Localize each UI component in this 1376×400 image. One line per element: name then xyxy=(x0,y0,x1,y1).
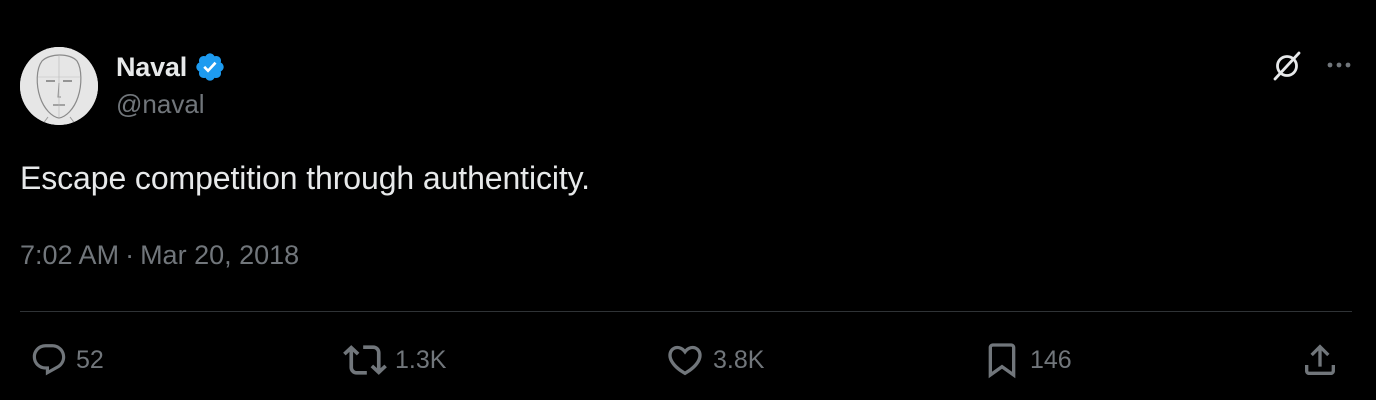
retweet-button[interactable]: 1.3K xyxy=(343,338,446,382)
bookmark-icon xyxy=(988,343,1016,379)
name-row: Naval xyxy=(116,50,226,84)
tweet-time: 7:02 AM xyxy=(20,240,120,270)
more-icon[interactable] xyxy=(1324,50,1354,85)
like-count: 3.8K xyxy=(713,345,765,374)
like-button[interactable]: 3.8K xyxy=(665,338,764,382)
grok-icon[interactable] xyxy=(1270,48,1304,87)
author-display-name[interactable]: Naval xyxy=(116,52,187,83)
reply-icon xyxy=(32,344,66,376)
avatar-sketch-icon xyxy=(20,47,98,125)
avatar[interactable] xyxy=(20,47,98,125)
divider xyxy=(20,311,1352,312)
tweet-timestamp[interactable]: 7:02 AM · Mar 20, 2018 xyxy=(20,240,299,271)
bookmark-button[interactable]: 146 xyxy=(982,338,1072,382)
bookmark-count: 146 xyxy=(1030,345,1072,374)
tweet-top-actions xyxy=(1270,48,1354,87)
timestamp-separator: · xyxy=(125,240,135,270)
heart-icon xyxy=(668,345,702,376)
tweet-text: Escape competition through authenticity. xyxy=(20,160,590,196)
author-handle[interactable]: @naval xyxy=(116,89,226,120)
tweet-actions-bar: 52 1.3K 3.8K 146 xyxy=(0,338,1376,382)
reply-count: 52 xyxy=(76,345,104,374)
tweet-date: Mar 20, 2018 xyxy=(140,240,300,270)
retweet-icon xyxy=(343,345,387,375)
verified-badge-icon[interactable] xyxy=(194,51,226,83)
share-icon xyxy=(1305,344,1335,375)
author-block: Naval @naval xyxy=(116,50,226,120)
reply-button[interactable]: 52 xyxy=(30,338,104,382)
retweet-count: 1.3K xyxy=(395,345,447,374)
share-button[interactable] xyxy=(1300,338,1340,382)
tweet-card: Naval @naval Escape competition through … xyxy=(0,0,1376,400)
